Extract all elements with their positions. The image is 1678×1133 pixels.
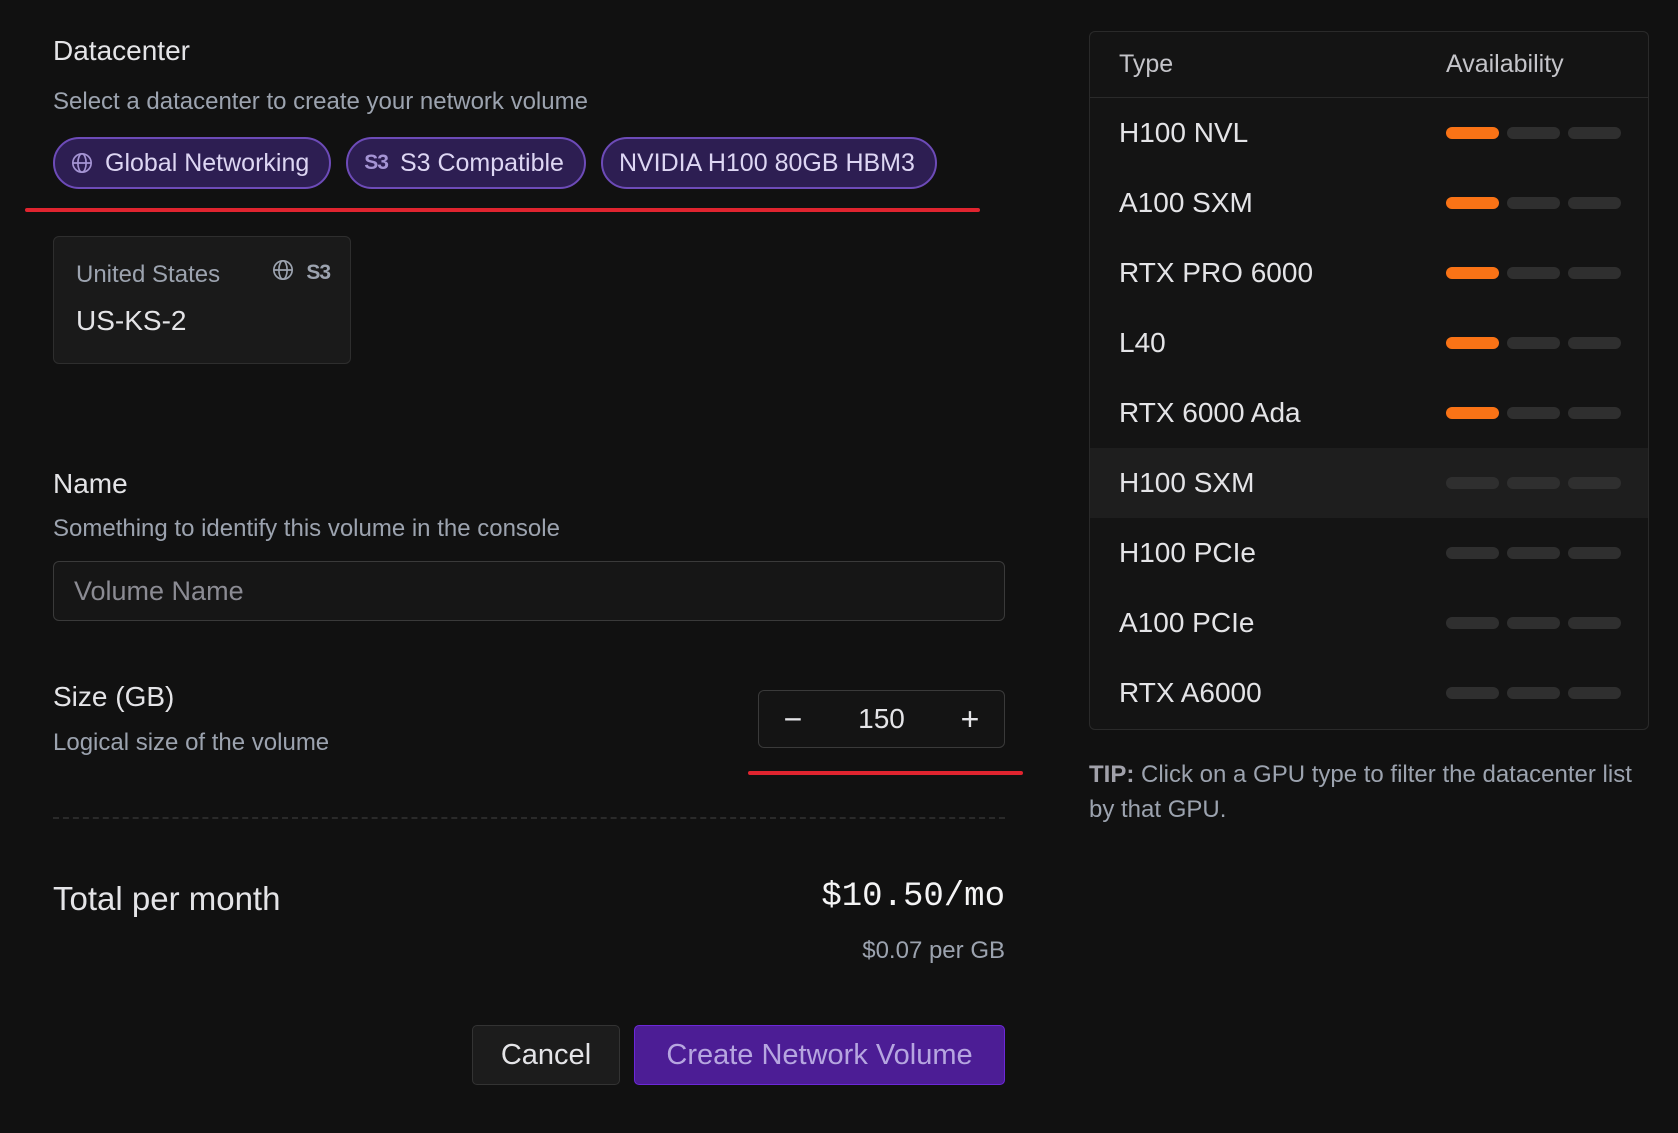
filter-chip-s3-compatible[interactable]: S3 S3 Compatible [346, 137, 586, 189]
create-network-volume-button[interactable]: Create Network Volume [634, 1025, 1005, 1085]
gpu-type-name: H100 PCIe [1119, 537, 1256, 568]
availability-bar [1507, 477, 1560, 489]
availability-bar [1507, 267, 1560, 279]
filter-chip-label: Global Networking [105, 148, 310, 177]
availability-bar [1446, 197, 1499, 209]
availability-indicator [1446, 197, 1621, 209]
s3-icon: S3 [306, 260, 331, 284]
availability-bar [1568, 337, 1621, 349]
gpu-type-name: RTX A6000 [1119, 677, 1262, 708]
tip-label: TIP: [1089, 761, 1135, 788]
availability-bar [1446, 407, 1499, 419]
availability-bar [1568, 477, 1621, 489]
column-header-availability: Availability [1446, 50, 1564, 78]
gpu-row[interactable]: H100 PCIe [1090, 518, 1648, 588]
filter-chip-global-networking[interactable]: Global Networking [53, 137, 332, 189]
gpu-type-name: A100 SXM [1119, 187, 1253, 218]
gpu-row[interactable]: A100 SXM [1090, 168, 1648, 238]
availability-bar [1568, 687, 1621, 699]
availability-bar [1507, 127, 1560, 139]
datacenter-region: United States [76, 261, 221, 288]
gpu-row[interactable]: H100 NVL [1090, 98, 1648, 168]
availability-indicator [1446, 407, 1621, 419]
availability-bar [1568, 407, 1621, 419]
availability-bar [1446, 337, 1499, 349]
availability-bar [1507, 617, 1560, 629]
availability-bar [1507, 687, 1560, 699]
gpu-type-name: H100 NVL [1119, 117, 1249, 148]
availability-bar [1446, 547, 1499, 559]
availability-bar [1568, 197, 1621, 209]
availability-bar [1507, 337, 1560, 349]
size-title: Size (GB) [53, 681, 175, 712]
availability-bar [1446, 617, 1499, 629]
increment-button[interactable]: + [936, 691, 1004, 747]
price-per-gb: $0.07 per GB [862, 937, 1005, 964]
availability-bar [1507, 197, 1560, 209]
gpu-type-name: H100 SXM [1119, 467, 1255, 498]
availability-indicator [1446, 547, 1621, 559]
annotation-underline [748, 771, 1023, 775]
create-network-volume-page: Datacenter Select a datacenter to create… [0, 0, 1678, 1133]
gpu-table-body: H100 NVL A100 SXM RTX PRO 6000 L40 RTX 6000 … [1090, 98, 1648, 728]
decrement-button[interactable]: − [759, 691, 827, 747]
availability-indicator [1446, 337, 1621, 349]
availability-bar [1446, 477, 1499, 489]
annotation-underline [25, 208, 980, 212]
datacenter-card-us-ks-2[interactable]: United States S3 US-KS-2 [53, 236, 351, 364]
globe-icon [272, 259, 294, 286]
cancel-button[interactable]: Cancel [472, 1025, 620, 1085]
availability-bar [1446, 127, 1499, 139]
availability-indicator [1446, 127, 1621, 139]
availability-indicator [1446, 477, 1621, 489]
datacenter-code: US-KS-2 [76, 305, 187, 336]
gpu-type-name: RTX 6000 Ada [1119, 397, 1301, 428]
availability-bar [1507, 407, 1560, 419]
availability-bar [1568, 547, 1621, 559]
filter-chip-gpu[interactable]: NVIDIA H100 80GB HBM3 [600, 137, 937, 189]
availability-bar [1568, 267, 1621, 279]
size-value[interactable]: 150 [858, 703, 905, 735]
total-price: $10.50/mo [821, 878, 1005, 916]
volume-name-input[interactable] [53, 561, 1005, 621]
availability-indicator [1446, 617, 1621, 629]
tip-text: TIP: Click on a GPU type to filter the d… [1089, 757, 1649, 827]
availability-bar [1507, 547, 1560, 559]
availability-bar [1568, 617, 1621, 629]
gpu-row[interactable]: H100 SXM [1090, 448, 1648, 518]
gpu-type-name: RTX PRO 6000 [1119, 257, 1314, 288]
datacenter-badges: S3 [272, 259, 331, 286]
availability-indicator [1446, 267, 1621, 279]
datacenter-filter-chips: Global Networking S3 S3 Compatible NVIDI… [53, 137, 937, 193]
availability-bar [1568, 127, 1621, 139]
datacenter-title: Datacenter [53, 35, 190, 66]
name-subtitle: Something to identify this volume in the… [53, 515, 560, 542]
total-label: Total per month [53, 880, 281, 917]
tip-body: Click on a GPU type to filter the datace… [1089, 761, 1632, 823]
gpu-row[interactable]: RTX 6000 Ada [1090, 378, 1648, 448]
filter-chip-label: S3 Compatible [399, 148, 564, 177]
size-subtitle: Logical size of the volume [53, 729, 330, 756]
s3-icon: S3 [364, 151, 389, 174]
gpu-availability-table: Type Availability H100 NVL A100 SXM RTX PR… [1089, 31, 1649, 730]
gpu-row[interactable]: RTX PRO 6000 [1090, 238, 1648, 308]
datacenter-subtitle: Select a datacenter to create your netwo… [53, 88, 588, 115]
gpu-type-name: L40 [1119, 327, 1166, 358]
availability-indicator [1446, 687, 1621, 699]
gpu-row[interactable]: RTX A6000 [1090, 658, 1648, 728]
size-stepper: − 150 + [758, 690, 1005, 748]
gpu-table-header: Type Availability [1090, 32, 1648, 98]
filter-chip-label: NVIDIA H100 80GB HBM3 [618, 148, 915, 177]
globe-icon [71, 152, 93, 174]
availability-bar [1446, 687, 1499, 699]
name-title: Name [53, 468, 128, 499]
gpu-type-name: A100 PCIe [1119, 607, 1255, 638]
availability-bar [1446, 267, 1499, 279]
gpu-row[interactable]: A100 PCIe [1090, 588, 1648, 658]
gpu-row[interactable]: L40 [1090, 308, 1648, 378]
divider [53, 817, 1005, 819]
column-header-type: Type [1119, 50, 1174, 78]
